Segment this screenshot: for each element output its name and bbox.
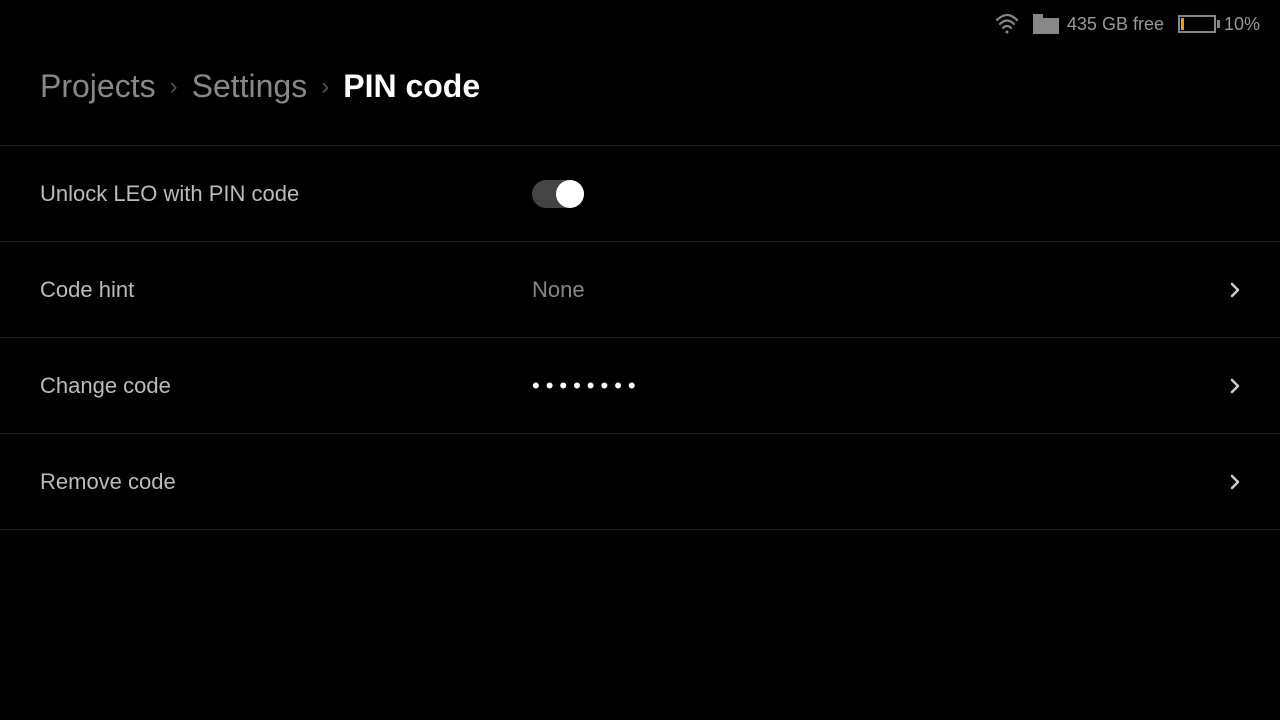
row-value: None: [532, 277, 1224, 303]
breadcrumb: Projects › Settings › PIN code: [0, 44, 1280, 145]
breadcrumb-current: PIN code: [343, 68, 480, 105]
row-label: Unlock LEO with PIN code: [40, 181, 532, 207]
chevron-right-icon: [1224, 282, 1240, 298]
battery-icon: [1178, 15, 1216, 33]
row-unlock-with-pin[interactable]: Unlock LEO with PIN code: [0, 146, 1280, 242]
toggle-unlock-pin[interactable]: [532, 180, 584, 208]
storage-indicator: 435 GB free: [1033, 14, 1164, 35]
battery-indicator: 10%: [1178, 14, 1260, 35]
chevron-right-icon: ›: [321, 73, 329, 101]
row-label: Code hint: [40, 277, 532, 303]
chevron-right-icon: ›: [170, 73, 178, 101]
storage-free-text: 435 GB free: [1067, 14, 1164, 35]
breadcrumb-projects[interactable]: Projects: [40, 68, 156, 105]
status-bar: 435 GB free 10%: [0, 0, 1280, 44]
toggle-knob: [556, 180, 584, 208]
breadcrumb-settings[interactable]: Settings: [192, 68, 308, 105]
row-remove-code[interactable]: Remove code: [0, 434, 1280, 530]
row-label: Change code: [40, 373, 532, 399]
row-value-masked: ••••••••: [532, 373, 1224, 399]
row-label: Remove code: [40, 469, 532, 495]
folder-icon: [1033, 14, 1059, 34]
settings-list: Unlock LEO with PIN code Code hint None …: [0, 145, 1280, 530]
chevron-right-icon: [1224, 474, 1240, 490]
row-code-hint[interactable]: Code hint None: [0, 242, 1280, 338]
battery-percent-text: 10%: [1224, 14, 1260, 35]
wifi-icon: [995, 12, 1019, 36]
row-change-code[interactable]: Change code ••••••••: [0, 338, 1280, 434]
chevron-right-icon: [1224, 378, 1240, 394]
